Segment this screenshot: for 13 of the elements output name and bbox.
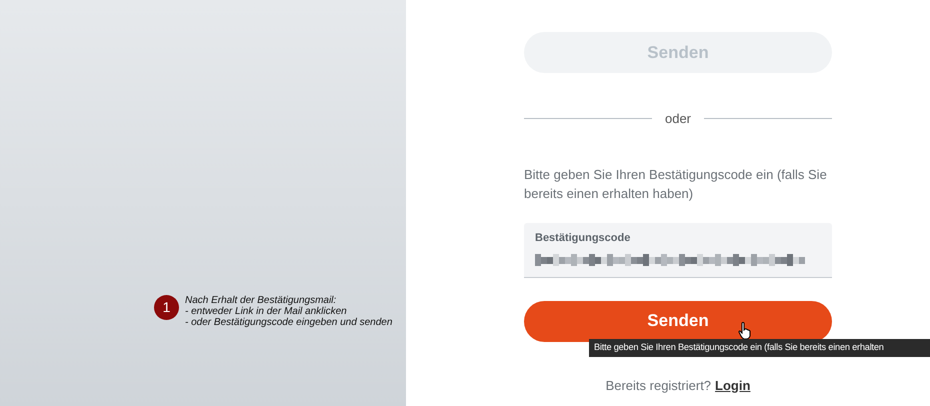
login-link[interactable]: Login xyxy=(715,376,750,395)
field-label: Bestätigungscode xyxy=(535,230,632,246)
footer-text: Bereits registriert? xyxy=(606,376,712,395)
annotation-text: - oder Bestätigungscode eingeben und senden xyxy=(185,317,392,328)
send-button[interactable]: Senden xyxy=(524,300,832,342)
step-number-badge: 1 xyxy=(154,295,179,320)
divider-label: oder xyxy=(664,110,692,128)
hand-cursor-icon xyxy=(738,322,751,340)
instruction-text: Bitte geben Sie Ihren Bestätigungscode ein (falls Sie bereits einen erhalten haben) xyxy=(524,166,828,202)
tooltip: Bitte geben Sie Ihren Bestätigungscode ein (falls Sie bereits einen erhalten xyxy=(589,339,930,357)
annotation-text: Nach Erhalt der Bestätigungsmail: xyxy=(185,295,338,306)
code-input-field[interactable]: Bestätigungscode xyxy=(524,222,832,278)
annotation-text: - entweder Link in der Mail anklicken xyxy=(185,306,348,317)
